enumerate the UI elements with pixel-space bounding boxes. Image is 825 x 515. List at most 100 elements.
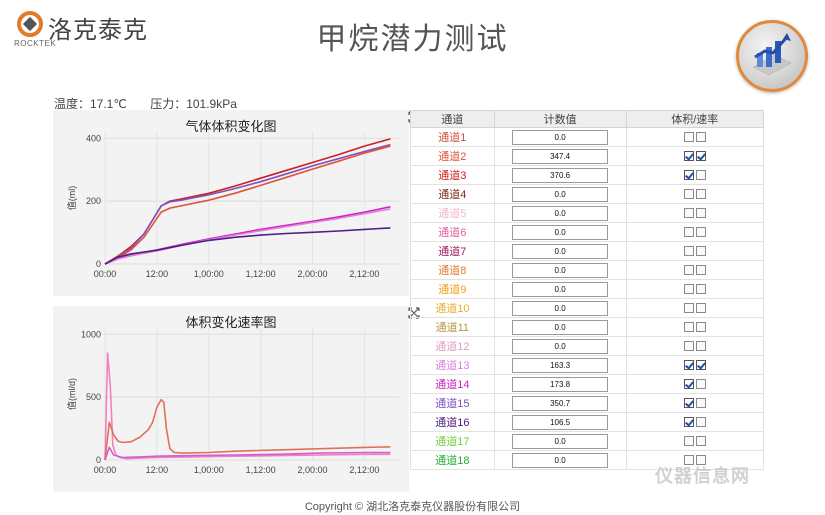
- temperature-reading: 温度：17.1℃: [54, 97, 127, 111]
- rate-checkbox[interactable]: [695, 151, 706, 162]
- channel-name: 通道18: [410, 450, 495, 470]
- table-row: 通道4 0.0: [410, 184, 765, 204]
- count-value-field[interactable]: 0.0: [512, 262, 609, 278]
- channel-name: 通道14: [410, 374, 495, 394]
- select-cell: [625, 355, 765, 375]
- count-value-field[interactable]: 0.0: [512, 433, 609, 449]
- count-value-field[interactable]: 0.0: [512, 281, 609, 297]
- x-tick-label: 1,00:00: [194, 269, 224, 279]
- rate-checkbox[interactable]: [695, 398, 706, 409]
- count-value-field[interactable]: 163.3: [512, 357, 609, 373]
- count-value-field[interactable]: 0.0: [512, 243, 609, 259]
- volume-checkbox[interactable]: [683, 265, 694, 276]
- x-tick-label: 12:00: [146, 465, 169, 475]
- table-row: 通道1 0.0: [410, 127, 765, 147]
- select-cell: [625, 317, 765, 337]
- channel-name: 通道4: [410, 184, 495, 204]
- rate-checkbox[interactable]: [695, 170, 706, 181]
- rate-checkbox[interactable]: [695, 303, 706, 314]
- y-axis-label: 值(ml/d): [66, 378, 77, 410]
- table-row: 通道6 0.0: [410, 222, 765, 242]
- table-header-row: 通道 计数值 体积/速率: [410, 110, 765, 128]
- volume-checkbox[interactable]: [683, 436, 694, 447]
- count-value-field[interactable]: 0.0: [512, 338, 609, 354]
- volume-checkbox[interactable]: [683, 322, 694, 333]
- rate-checkbox[interactable]: [695, 246, 706, 257]
- header-count: 计数值: [493, 110, 627, 128]
- volume-checkbox[interactable]: [683, 417, 694, 428]
- channel-name: 通道3: [410, 165, 495, 185]
- select-cell: [625, 127, 765, 147]
- volume-checkbox[interactable]: [683, 398, 694, 409]
- rate-chart-title: 体积变化速率图: [185, 315, 277, 330]
- count-value-field[interactable]: 0.0: [512, 300, 609, 316]
- volume-checkbox[interactable]: [683, 151, 694, 162]
- rate-checkbox[interactable]: [695, 417, 706, 428]
- channel-name: 通道8: [410, 260, 495, 280]
- rate-checkbox[interactable]: [695, 360, 706, 371]
- count-value-field[interactable]: 0.0: [512, 452, 609, 468]
- table-row: 通道5 0.0: [410, 203, 765, 223]
- channel-name: 通道17: [410, 431, 495, 451]
- volume-chart-title: 气体体积变化图: [185, 119, 277, 134]
- select-cell: [625, 146, 765, 166]
- volume-checkbox[interactable]: [683, 227, 694, 238]
- count-cell: 0.0: [493, 203, 627, 223]
- table-row: 通道12 0.0: [410, 336, 765, 356]
- channel-name: 通道1: [410, 127, 495, 147]
- rate-checkbox[interactable]: [695, 189, 706, 200]
- volume-checkbox[interactable]: [683, 208, 694, 219]
- table-row: 通道7 0.0: [410, 241, 765, 261]
- watermark-text: 仪器信息网: [655, 466, 750, 486]
- x-tick-label: 12:00: [146, 269, 169, 279]
- rate-checkbox[interactable]: [695, 208, 706, 219]
- table-row: 通道9 0.0: [410, 279, 765, 299]
- count-value-field[interactable]: 173.8: [512, 376, 609, 392]
- volume-checkbox[interactable]: [683, 170, 694, 181]
- volume-checkbox[interactable]: [683, 284, 694, 295]
- header-select: 体积/速率: [625, 110, 765, 128]
- count-value-field[interactable]: 0.0: [512, 186, 609, 202]
- volume-checkbox[interactable]: [683, 246, 694, 257]
- channel-name: 通道12: [410, 336, 495, 356]
- volume-checkbox[interactable]: [683, 360, 694, 371]
- rate-checkbox[interactable]: [695, 341, 706, 352]
- volume-checkbox[interactable]: [683, 303, 694, 314]
- table-row: 通道17 0.0: [410, 431, 765, 451]
- count-value-field[interactable]: 0.0: [512, 129, 609, 145]
- table-row: 通道14 173.8: [410, 374, 765, 394]
- volume-checkbox[interactable]: [683, 379, 694, 390]
- y-tick-label: 0: [96, 455, 101, 465]
- select-cell: [625, 412, 765, 432]
- rate-checkbox[interactable]: [695, 322, 706, 333]
- y-axis-label: 值(ml): [66, 186, 77, 211]
- rate-checkbox[interactable]: [695, 436, 706, 447]
- count-cell: 350.7: [493, 393, 627, 413]
- select-cell: [625, 260, 765, 280]
- rate-checkbox[interactable]: [695, 132, 706, 143]
- rate-checkbox[interactable]: [695, 265, 706, 276]
- volume-checkbox[interactable]: [683, 132, 694, 143]
- count-value-field[interactable]: 350.7: [512, 395, 609, 411]
- rate-checkbox[interactable]: [695, 227, 706, 238]
- page-title: 甲烷潜力测试: [316, 23, 509, 56]
- growth-chart-icon: [752, 33, 792, 76]
- count-value-field[interactable]: 0.0: [512, 319, 609, 335]
- rate-checkbox[interactable]: [695, 284, 706, 295]
- volume-checkbox[interactable]: [683, 341, 694, 352]
- rate-checkbox[interactable]: [695, 379, 706, 390]
- count-cell: 0.0: [493, 431, 627, 451]
- count-value-field[interactable]: 0.0: [512, 224, 609, 240]
- count-value-field[interactable]: 370.6: [512, 167, 609, 183]
- header-channel: 通道: [410, 110, 495, 128]
- count-cell: 0.0: [493, 260, 627, 280]
- count-value-field[interactable]: 0.0: [512, 205, 609, 221]
- chart-app-icon[interactable]: [736, 20, 808, 92]
- count-value-field[interactable]: 106.5: [512, 414, 609, 430]
- channel-name: 通道6: [410, 222, 495, 242]
- series-line-1: [104, 352, 391, 461]
- count-value-field[interactable]: 347.4: [512, 148, 609, 164]
- volume-checkbox[interactable]: [683, 189, 694, 200]
- table-row: 通道10 0.0: [410, 298, 765, 318]
- count-cell: 106.5: [493, 412, 627, 432]
